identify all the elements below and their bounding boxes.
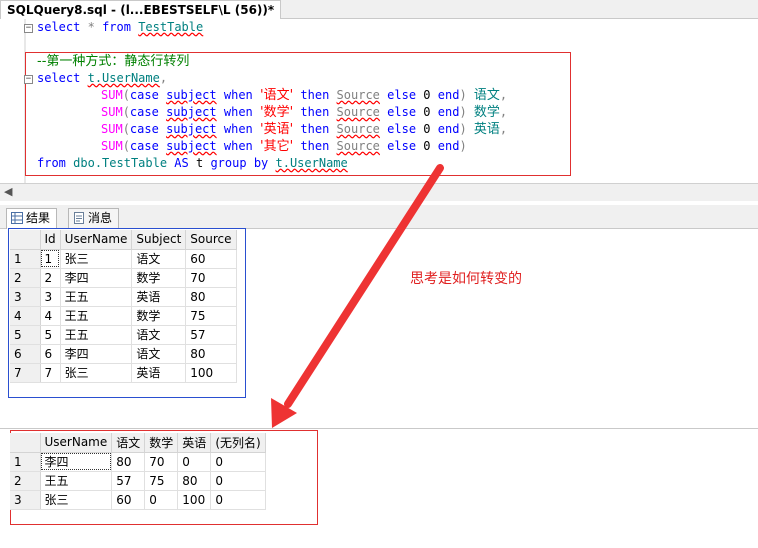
grid2-cell[interactable]: 张三	[40, 490, 113, 510]
grid2-row[interactable]: 3 张三 60 0 100 0	[10, 490, 266, 510]
grid2-cell[interactable]: 0	[144, 490, 179, 510]
grid2-cell[interactable]: 0	[177, 452, 212, 472]
grid2-row[interactable]: 1 李四 80 70 0 0	[10, 452, 266, 472]
grid2-header-row: UserName 语文 数学 英语 (无列名)	[10, 433, 266, 453]
grid2-cell[interactable]: 100	[177, 490, 212, 510]
arrow-line	[284, 164, 444, 408]
grid2-cell[interactable]: 王五	[40, 471, 113, 491]
grid2-column-header[interactable]: UserName	[40, 433, 113, 453]
grid2-cell[interactable]: 80	[111, 452, 146, 472]
grid2-row-number[interactable]: 3	[10, 490, 41, 510]
grid2-cell[interactable]: 80	[177, 471, 212, 491]
grid2-column-header[interactable]: 数学	[144, 433, 179, 453]
grid2-row[interactable]: 2 王五 57 75 80 0	[10, 471, 266, 491]
grid2-cell[interactable]: 70	[144, 452, 179, 472]
grid2-corner[interactable]	[10, 433, 41, 453]
grid2-cell[interactable]: 李四	[40, 452, 113, 472]
grid2-column-header[interactable]: 语文	[111, 433, 146, 453]
grid2-column-header[interactable]: (无列名)	[210, 433, 266, 453]
grid2-column-header[interactable]: 英语	[177, 433, 212, 453]
grid2-cell[interactable]: 60	[111, 490, 146, 510]
grid2-cell[interactable]: 0	[210, 471, 266, 491]
grid2-row-number[interactable]: 1	[10, 452, 41, 472]
grid2-row-number[interactable]: 2	[10, 471, 41, 491]
result-grid-2[interactable]: UserName 语文 数学 英语 (无列名) 1 李四 80 70 0 0 2 王五 57 75 80 0 3…	[10, 433, 266, 510]
grid2-cell[interactable]: 57	[111, 471, 146, 491]
grid2-cell[interactable]: 0	[210, 490, 266, 510]
grid2-cell[interactable]: 75	[144, 471, 179, 491]
grid2-cell[interactable]: 0	[210, 452, 266, 472]
